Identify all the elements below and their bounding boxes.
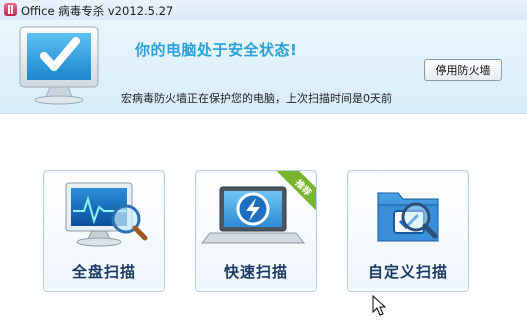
quick-scan-label: 快速扫描 — [223, 263, 288, 281]
app-icon — [4, 3, 17, 16]
custom-scan-button[interactable]: 自定义扫描 — [347, 170, 469, 292]
monitor-magnifier-icon — [65, 182, 148, 247]
mouse-cursor-icon — [372, 295, 387, 316]
full-scan-label: 全盘扫描 — [71, 263, 136, 281]
status-headline: 你的电脑处于安全状态! — [135, 41, 298, 59]
full-scan-button[interactable]: 全盘扫描 — [43, 170, 165, 292]
folder-scan-icon — [377, 192, 439, 242]
disable-firewall-button[interactable]: 停用防火墙 — [424, 59, 502, 81]
shield-monitor-icon — [19, 26, 99, 105]
custom-scan-label: 自定义扫描 — [367, 263, 448, 281]
quick-scan-button[interactable]: 推荐 快速扫描 — [195, 170, 317, 292]
window-title: Office 病毒专杀 v2012.5.27 — [21, 4, 174, 18]
status-detail: 宏病毒防火墙正在保护您的电脑，上次扫描时间是0天前 — [121, 92, 392, 105]
title-bar: Office 病毒专杀 v2012.5.27 — [0, 0, 527, 20]
